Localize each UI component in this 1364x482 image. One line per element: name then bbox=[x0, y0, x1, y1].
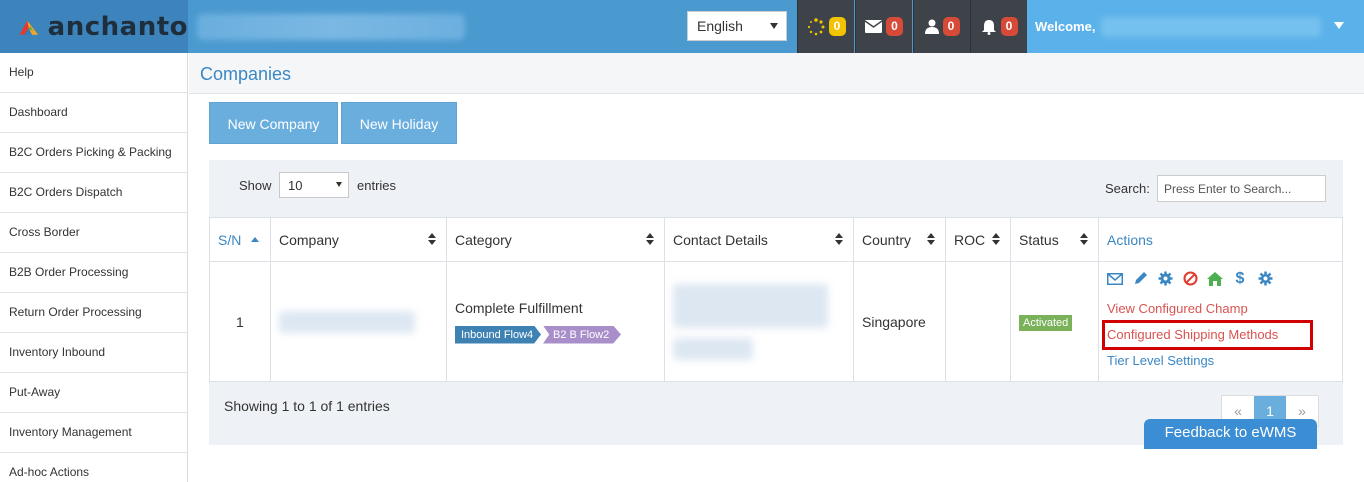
sort-asc-icon bbox=[251, 237, 259, 242]
flow-tags: Inbound Flow4 B2 B Flow2 bbox=[455, 325, 664, 344]
anchanto-logo-icon bbox=[19, 20, 39, 35]
sidebar-item-return-order-processing[interactable]: Return Order Processing bbox=[0, 293, 187, 333]
blurred-contact-line bbox=[673, 283, 828, 328]
welcome-text: Welcome, bbox=[1035, 19, 1096, 34]
column-roc[interactable]: ROC bbox=[945, 217, 1011, 262]
sidebar-item-help[interactable]: Help bbox=[0, 53, 187, 93]
notification-users[interactable]: 0 bbox=[913, 0, 970, 53]
cell-contact-details bbox=[664, 261, 854, 382]
sort-icon bbox=[835, 233, 843, 247]
blurred-header-text bbox=[197, 14, 465, 40]
pencil-icon[interactable] bbox=[1132, 271, 1148, 287]
page-length-value: 10 bbox=[288, 178, 303, 193]
sort-icon bbox=[927, 233, 935, 247]
tasks-count-badge: 0 bbox=[828, 17, 846, 36]
gear-icon[interactable] bbox=[1257, 271, 1273, 287]
search-input[interactable] bbox=[1157, 175, 1326, 202]
chevron-down-icon bbox=[1334, 22, 1344, 29]
column-company[interactable]: Company bbox=[270, 217, 447, 262]
category-text: Complete Fulfillment bbox=[455, 299, 583, 316]
cell-sn: 1 bbox=[209, 261, 271, 382]
status-badge: Activated bbox=[1019, 314, 1073, 331]
users-count-badge: 0 bbox=[942, 17, 960, 36]
column-actions: Actions bbox=[1098, 217, 1343, 262]
highlight-box bbox=[1102, 320, 1313, 350]
gear-icon[interactable] bbox=[1157, 271, 1173, 287]
sidebar-item-inventory-management[interactable]: Inventory Management bbox=[0, 413, 187, 453]
cell-company bbox=[270, 261, 447, 382]
home-icon[interactable] bbox=[1207, 271, 1223, 287]
spinner-icon bbox=[807, 17, 824, 35]
ban-icon[interactable] bbox=[1182, 271, 1198, 287]
tag-inbound-flow: Inbound Flow4 bbox=[455, 325, 541, 344]
cell-country: Singapore bbox=[853, 261, 946, 382]
messages-count-badge: 0 bbox=[886, 17, 903, 36]
show-label: Show bbox=[239, 178, 272, 193]
blurred-username bbox=[1101, 16, 1322, 37]
sort-icon bbox=[992, 233, 1000, 247]
column-sn[interactable]: S/N bbox=[209, 217, 271, 262]
column-country[interactable]: Country bbox=[853, 217, 946, 262]
cell-category: Complete Fulfillment Inbound Flow4 B2 B … bbox=[446, 261, 665, 382]
action-icons: $ bbox=[1107, 270, 1342, 288]
alerts-count-badge: 0 bbox=[1000, 17, 1018, 36]
sidebar: Help Dashboard B2C Orders Picking & Pack… bbox=[0, 53, 188, 482]
notification-tasks[interactable]: 0 bbox=[797, 0, 854, 53]
sidebar-item-dashboard[interactable]: Dashboard bbox=[0, 93, 187, 133]
entries-label: entries bbox=[357, 178, 397, 193]
bell-icon bbox=[981, 19, 996, 35]
sort-icon bbox=[428, 233, 436, 247]
new-holiday-button[interactable]: New Holiday bbox=[341, 102, 457, 144]
logo-text: anchanto bbox=[47, 11, 188, 42]
envelope-icon[interactable] bbox=[1107, 271, 1123, 287]
sidebar-item-b2b-order-processing[interactable]: B2B Order Processing bbox=[0, 253, 187, 293]
view-configured-champ-link[interactable]: View Configured Champ bbox=[1107, 296, 1342, 322]
language-value: English bbox=[697, 18, 743, 34]
dollar-icon[interactable]: $ bbox=[1232, 270, 1248, 287]
chevron-down-icon bbox=[770, 23, 778, 29]
sidebar-item-cross-border[interactable]: Cross Border bbox=[0, 213, 187, 253]
feedback-button[interactable]: Feedback to eWMS bbox=[1144, 419, 1317, 449]
showing-entries-info: Showing 1 to 1 of 1 entries bbox=[224, 398, 390, 414]
companies-table: S/N Company Category Contact Details Cou… bbox=[209, 217, 1343, 382]
cell-roc bbox=[945, 261, 1011, 382]
column-contact-details[interactable]: Contact Details bbox=[664, 217, 854, 262]
tag-b2b-flow: B2 B Flow2 bbox=[543, 325, 621, 344]
user-icon bbox=[924, 19, 939, 34]
sort-icon bbox=[646, 233, 654, 247]
sidebar-item-put-away[interactable]: Put-Away bbox=[0, 373, 187, 413]
top-bar: anchanto English 0 0 0 0 Welcome, bbox=[0, 0, 1364, 53]
page-length-select[interactable]: 10 bbox=[279, 172, 349, 198]
logo[interactable]: anchanto bbox=[0, 0, 188, 53]
new-company-button[interactable]: New Company bbox=[209, 102, 338, 144]
sidebar-item-inventory-inbound[interactable]: Inventory Inbound bbox=[0, 333, 187, 373]
chevron-down-icon bbox=[336, 182, 342, 187]
sidebar-item-adhoc-actions[interactable]: Ad-hoc Actions bbox=[0, 453, 187, 482]
sort-icon bbox=[1080, 233, 1088, 247]
blurred-contact-line bbox=[673, 337, 753, 360]
envelope-icon bbox=[865, 20, 882, 33]
column-category[interactable]: Category bbox=[446, 217, 665, 262]
user-menu[interactable]: Welcome, bbox=[1027, 0, 1364, 53]
sidebar-item-b2c-dispatch[interactable]: B2C Orders Dispatch bbox=[0, 173, 187, 213]
column-status[interactable]: Status bbox=[1010, 217, 1099, 262]
cell-status: Activated bbox=[1010, 261, 1099, 382]
tier-level-settings-link[interactable]: Tier Level Settings bbox=[1107, 348, 1342, 374]
notification-messages[interactable]: 0 bbox=[855, 0, 912, 53]
page-title: Companies bbox=[200, 64, 292, 84]
table-header-row: S/N Company Category Contact Details Cou… bbox=[209, 217, 1343, 262]
page-header: Companies bbox=[189, 53, 1364, 94]
sidebar-item-b2c-picking-packing[interactable]: B2C Orders Picking & Packing bbox=[0, 133, 187, 173]
search-label: Search: bbox=[1105, 181, 1150, 196]
notification-alerts[interactable]: 0 bbox=[970, 0, 1027, 53]
blurred-company-name bbox=[279, 310, 415, 333]
language-select[interactable]: English bbox=[687, 11, 787, 41]
